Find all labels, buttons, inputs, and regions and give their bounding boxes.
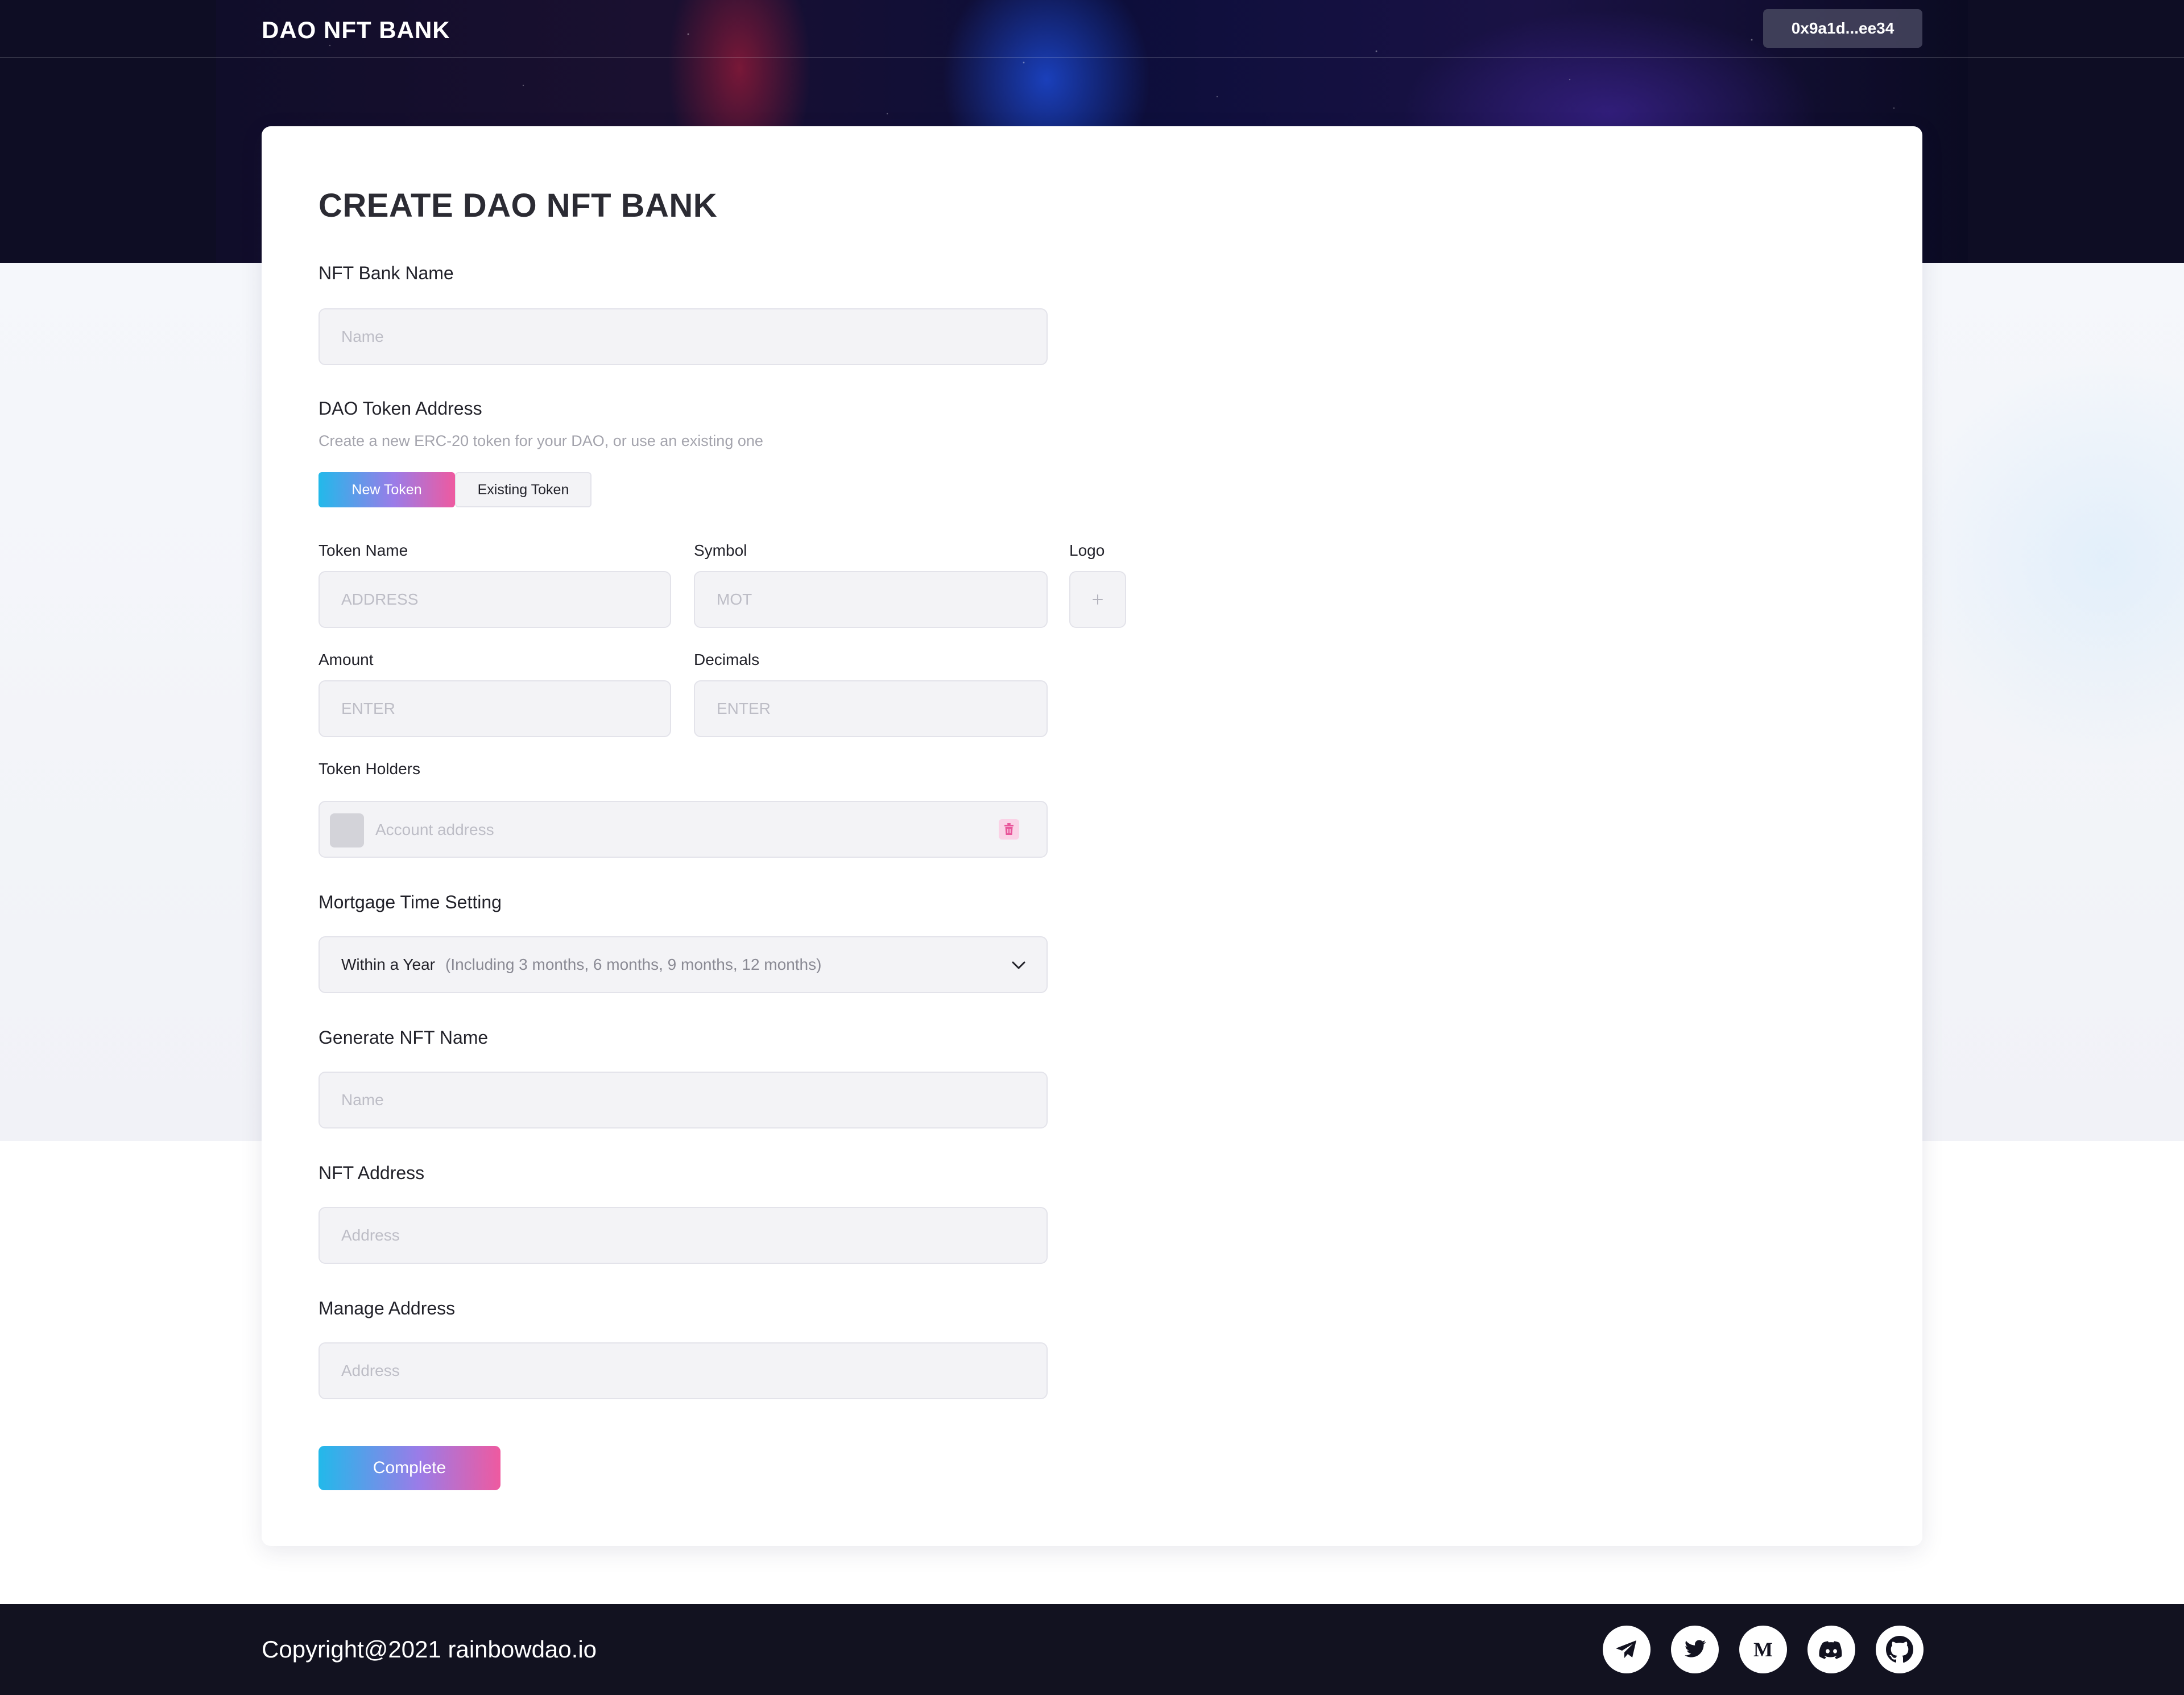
decimals-label: Decimals [694,651,760,668]
symbol-label: Symbol [694,541,747,559]
mortgage-time-select[interactable]: Within a Year (Including 3 months, 6 mon… [318,936,1048,993]
token-holder-row [318,801,1048,858]
dao-token-label: DAO Token Address [318,398,482,419]
mortgage-time-label: Mortgage Time Setting [318,892,502,912]
manage-address-label: Manage Address [318,1298,456,1318]
github-icon [1886,1636,1913,1663]
chevron-down-icon [1012,961,1025,969]
dao-token-hint: Create a new ERC-20 token for your DAO, … [318,432,763,449]
nft-address-input[interactable] [318,1207,1048,1264]
new-token-toggle[interactable]: New Token [318,472,455,507]
wallet-address-button[interactable]: 0x9a1d...ee34 [1763,9,1922,48]
bank-name-input[interactable] [318,308,1048,365]
page-title: CREATE DAO NFT BANK [318,187,718,224]
twitter-link[interactable] [1671,1626,1719,1673]
token-holders-label: Token Holders [318,760,420,778]
delete-holder-button[interactable] [999,819,1019,840]
nft-address-label: NFT Address [318,1163,425,1183]
github-link[interactable] [1876,1626,1924,1673]
discord-icon [1819,1641,1842,1659]
plus-icon [1093,594,1103,605]
telegram-icon [1616,1640,1636,1658]
nft-name-label: Generate NFT Name [318,1027,489,1048]
telegram-link[interactable] [1603,1626,1651,1673]
amount-input[interactable] [318,680,671,737]
token-name-input[interactable] [318,571,671,628]
decimals-input[interactable] [694,680,1048,737]
mortgage-time-value: Within a Year [341,956,435,973]
header-divider [0,57,2184,58]
medium-icon: M [1753,1638,1773,1661]
mortgage-time-note: (Including 3 months, 6 months, 9 months,… [445,956,822,973]
holder-avatar [330,813,364,848]
medium-link[interactable]: M [1739,1626,1787,1673]
discord-link[interactable] [1807,1626,1855,1673]
nft-name-input[interactable] [318,1072,1048,1128]
brand-logo[interactable]: DAO NFT BANK [262,17,450,43]
bank-name-label: NFT Bank Name [318,263,454,283]
complete-button[interactable]: Complete [318,1446,500,1490]
amount-label: Amount [318,651,374,668]
existing-token-toggle[interactable]: Existing Token [455,472,592,507]
manage-address-input[interactable] [318,1342,1048,1399]
trash-icon [1004,823,1014,835]
holder-address-input[interactable] [374,802,945,858]
twitter-icon [1685,1640,1706,1657]
token-name-label: Token Name [318,541,408,559]
copyright-text: Copyright@2021 rainbowdao.io [262,1636,597,1663]
logo-label: Logo [1069,541,1105,559]
logo-upload-button[interactable] [1069,571,1126,628]
symbol-input[interactable] [694,571,1048,628]
svg-text:M: M [1753,1638,1773,1661]
